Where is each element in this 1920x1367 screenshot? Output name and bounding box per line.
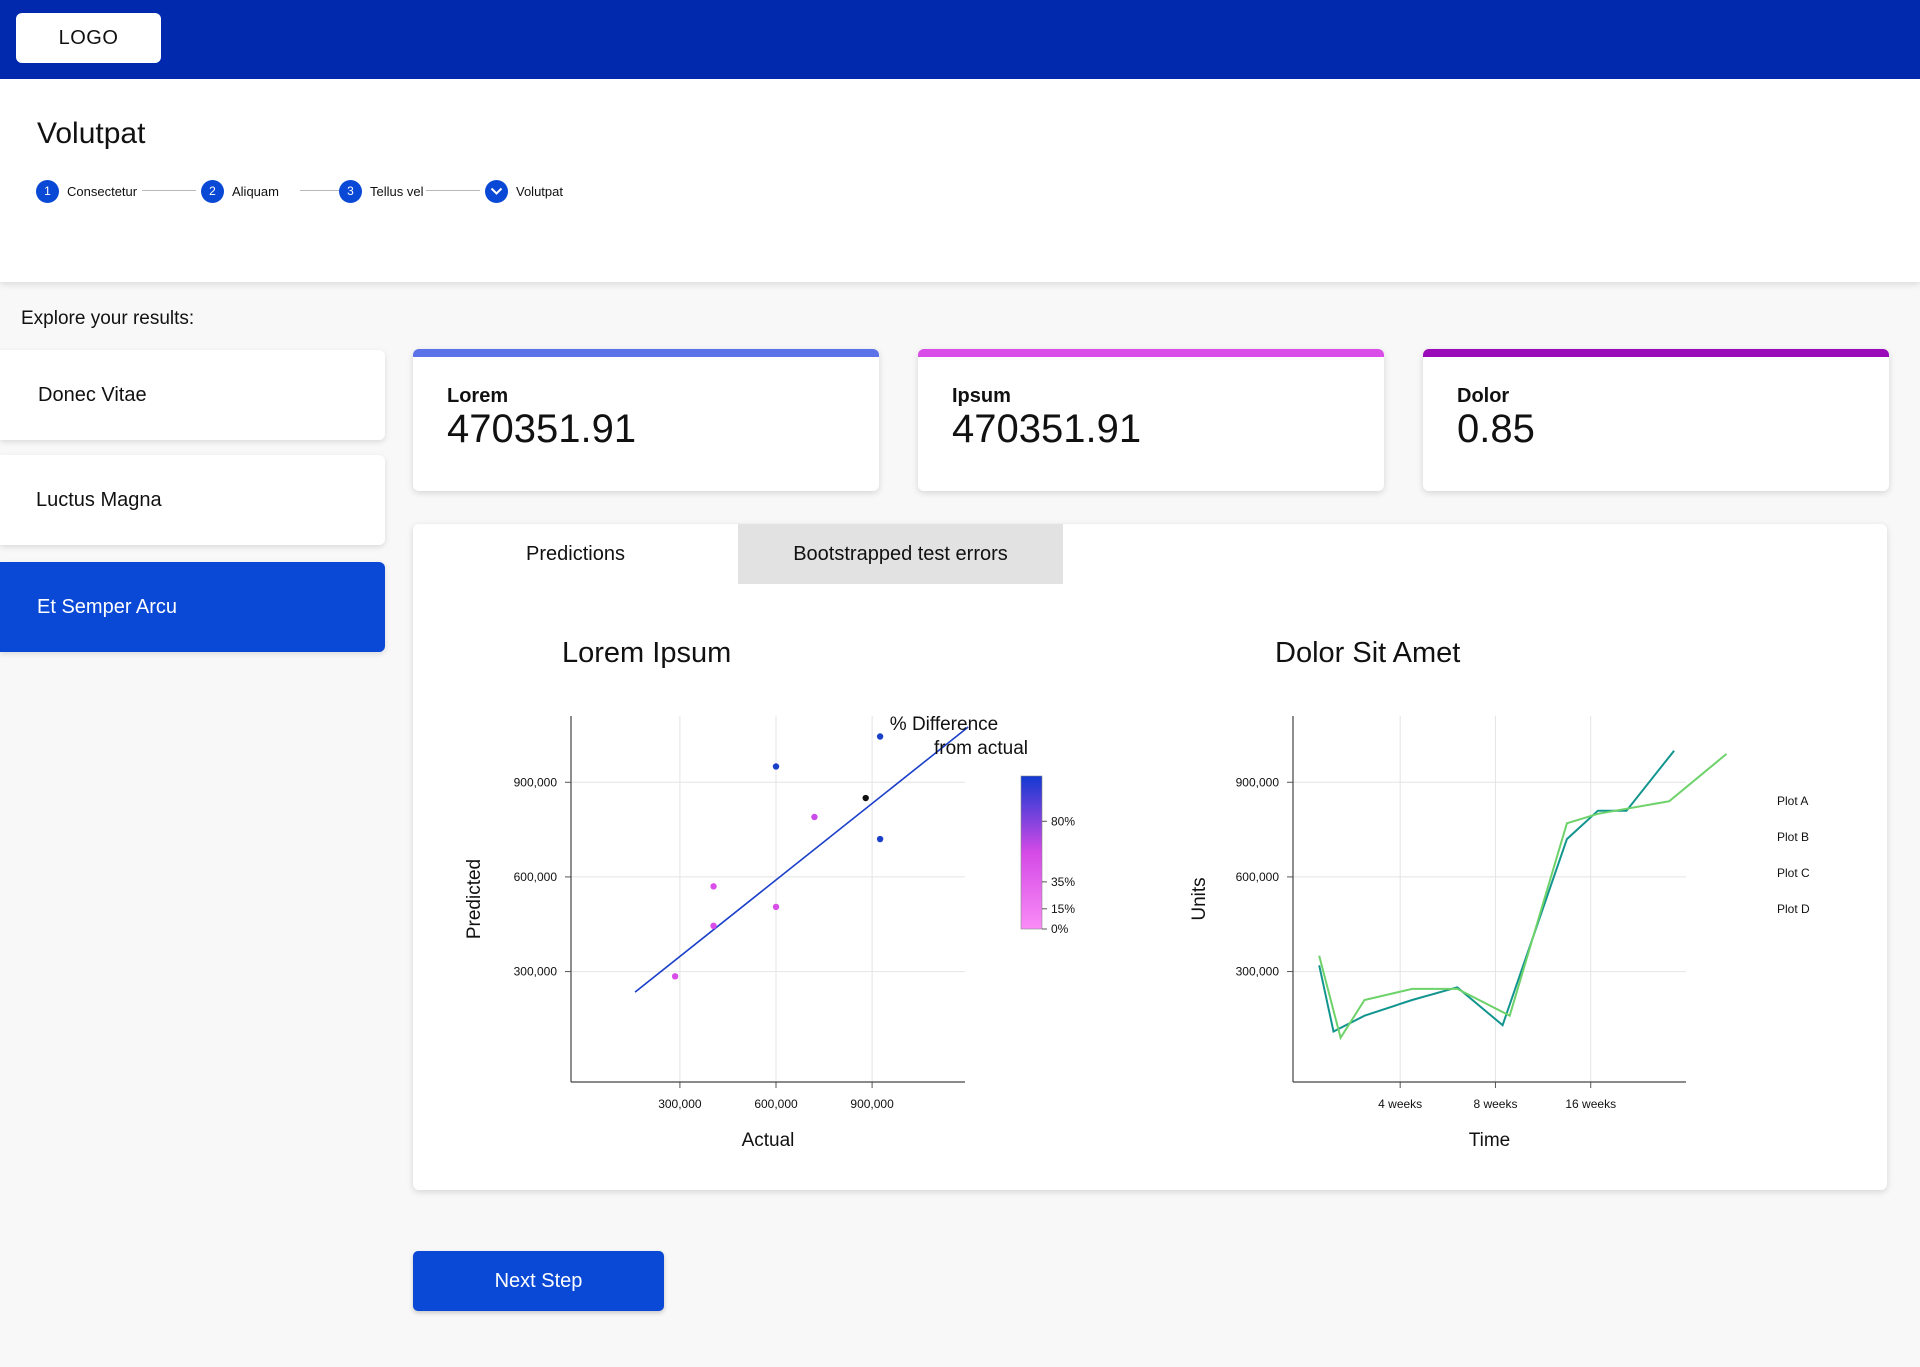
line-chart: 300,000 600,000 900,000 4 weeks 8 weeks 16 we… [1189,716,1810,1151]
scatter-tick-label-y: 900,000 [514,775,558,789]
next-step-button[interactable]: Next Step [413,1251,664,1311]
scatter-chart: 300,000 600,000 900,000 300,000 600,000 900,0… [464,714,1075,1151]
step-1-label: Consectetur [67,183,138,199]
metric-accent-bar [918,349,1384,357]
step-2-number: 2 [201,179,224,203]
metric-card-ipsum: Ipsum 470351.91 [918,349,1384,491]
colorbar-title: % Difference [890,714,998,735]
line-tick-label-x: 16 weeks [1565,1097,1616,1111]
line-y-axis-label: Units [1189,877,1210,920]
sidebar-item-et-semper-arcu[interactable]: Et Semper Arcu [0,562,385,652]
metric-label: Ipsum [952,385,1011,407]
colorbar-tick-label: 35% [1051,875,1075,889]
metric-card-dolor: Dolor 0.85 [1423,349,1889,491]
step-1-number: 1 [36,179,59,203]
scatter-tick-label-y: 300,000 [514,965,558,979]
line-series-2 [1318,753,1728,1041]
colorbar-tick-label: 15% [1051,902,1075,916]
sidebar-item-label: Donec Vitae [38,383,147,406]
scatter-fit-line [634,726,969,993]
scatter-x-axis-label: Actual [742,1130,795,1151]
colorbar [1020,775,1043,930]
logo[interactable]: LOGO [16,13,161,63]
step-2[interactable]: 2 Aliquam [201,179,279,203]
metric-accent-bar [1423,349,1889,357]
page-title: Volutpat [37,117,146,150]
scatter-tick-label-x: 300,000 [658,1097,702,1111]
step-2-label: Aliquam [232,183,279,199]
scatter-tick-label-y: 600,000 [514,870,558,884]
step-connector [142,190,196,191]
scatter-point [710,922,717,930]
sidebar-item-luctus-magna[interactable]: Luctus Magna [0,455,385,545]
colorbar-tick-label: 0% [1051,922,1069,936]
line-tick-label-y: 300,000 [1236,965,1280,979]
line-legend-item: Plot B [1777,830,1809,844]
sidebar-item-label: Luctus Magna [36,488,162,511]
results-panel: Predictions Bootstrapped test errors Lor… [413,524,1887,1190]
metric-value: 0.85 [1457,407,1535,451]
sidebar-item-donec-vitae[interactable]: Donec Vitae [0,350,385,440]
metric-label: Dolor [1457,385,1510,407]
top-bar: LOGO [0,0,1920,79]
step-3[interactable]: 3 Tellus vel [339,179,423,203]
scatter-tick-label-x: 600,000 [754,1097,798,1111]
scatter-tick-label-x: 900,000 [850,1097,894,1111]
line-legend-item: Plot A [1777,794,1808,808]
line-tick-label-y: 600,000 [1236,870,1280,884]
step-4-label: Volutpat [516,183,563,199]
scatter-point [710,883,717,890]
step-1[interactable]: 1 Consectetur [36,179,137,203]
metric-card-lorem: Lorem 470351.91 [413,349,879,491]
step-4[interactable]: Volutpat [485,179,563,203]
metric-accent-bar [413,349,879,357]
line-legend-item: Plot C [1777,866,1810,880]
line-series-1 [1318,750,1675,1033]
scatter-point [772,903,780,911]
metric-value: 470351.91 [952,407,1142,451]
line-tick-label-y: 900,000 [1236,775,1280,789]
scatter-point [876,733,884,740]
scatter-y-axis-label: Predicted [464,859,485,939]
explore-heading: Explore your results: [21,308,195,329]
scatter-point [876,835,884,843]
colorbar-title: from actual [934,738,1028,759]
line-x-axis-label: Time [1469,1130,1511,1151]
step-connector [426,190,480,191]
step-3-number: 3 [339,179,362,203]
line-legend-item: Plot D [1777,902,1810,916]
line-tick-label-x: 8 weeks [1473,1097,1517,1111]
scatter-point [671,973,679,980]
scatter-point [811,813,818,821]
metric-value: 470351.91 [447,407,637,451]
colorbar-tick-label: 80% [1051,814,1075,828]
scatter-point [862,794,869,802]
header-panel: Volutpat 1 Consectetur 2 Aliquam 3 Tellu… [0,79,1920,282]
step-3-label: Tellus vel [370,183,424,199]
metric-label: Lorem [447,385,509,407]
check-icon [485,179,508,203]
sidebar-item-label: Et Semper Arcu [37,595,178,618]
scatter-point [772,763,780,770]
line-tick-label-x: 4 weeks [1378,1097,1422,1111]
